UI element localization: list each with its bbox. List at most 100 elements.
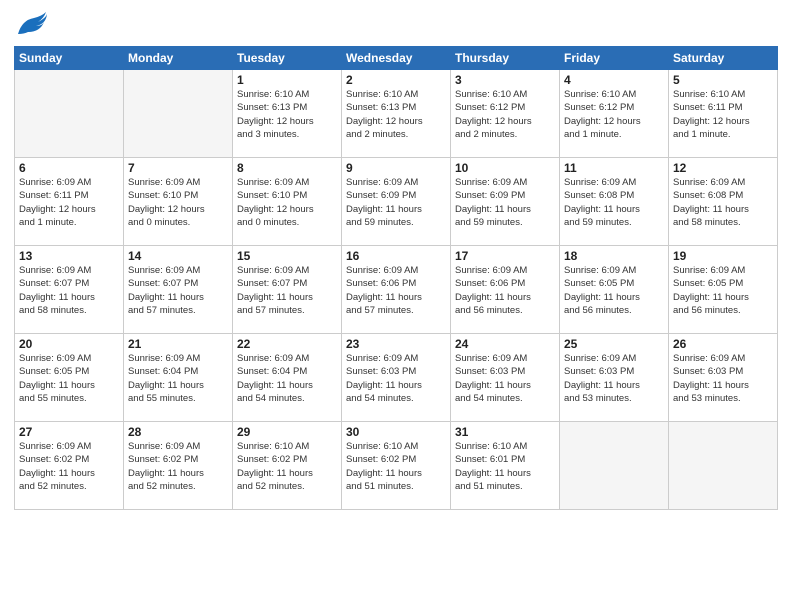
calendar-cell: 11Sunrise: 6:09 AM Sunset: 6:08 PM Dayli… bbox=[560, 158, 669, 246]
day-info: Sunrise: 6:09 AM Sunset: 6:02 PM Dayligh… bbox=[128, 440, 228, 493]
calendar-cell: 2Sunrise: 6:10 AM Sunset: 6:13 PM Daylig… bbox=[342, 70, 451, 158]
day-number: 21 bbox=[128, 337, 228, 351]
calendar-day-header: Sunday bbox=[15, 47, 124, 70]
day-info: Sunrise: 6:09 AM Sunset: 6:03 PM Dayligh… bbox=[455, 352, 555, 405]
day-number: 12 bbox=[673, 161, 773, 175]
day-number: 25 bbox=[564, 337, 664, 351]
day-info: Sunrise: 6:09 AM Sunset: 6:07 PM Dayligh… bbox=[19, 264, 119, 317]
day-number: 17 bbox=[455, 249, 555, 263]
calendar-table: SundayMondayTuesdayWednesdayThursdayFrid… bbox=[14, 46, 778, 510]
day-number: 20 bbox=[19, 337, 119, 351]
calendar-cell: 17Sunrise: 6:09 AM Sunset: 6:06 PM Dayli… bbox=[451, 246, 560, 334]
calendar-day-header: Monday bbox=[124, 47, 233, 70]
day-info: Sunrise: 6:09 AM Sunset: 6:07 PM Dayligh… bbox=[128, 264, 228, 317]
day-info: Sunrise: 6:09 AM Sunset: 6:04 PM Dayligh… bbox=[237, 352, 337, 405]
calendar-cell: 14Sunrise: 6:09 AM Sunset: 6:07 PM Dayli… bbox=[124, 246, 233, 334]
calendar-cell: 26Sunrise: 6:09 AM Sunset: 6:03 PM Dayli… bbox=[669, 334, 778, 422]
day-number: 31 bbox=[455, 425, 555, 439]
calendar-cell: 4Sunrise: 6:10 AM Sunset: 6:12 PM Daylig… bbox=[560, 70, 669, 158]
day-info: Sunrise: 6:09 AM Sunset: 6:10 PM Dayligh… bbox=[237, 176, 337, 229]
calendar-cell bbox=[15, 70, 124, 158]
day-info: Sunrise: 6:09 AM Sunset: 6:04 PM Dayligh… bbox=[128, 352, 228, 405]
day-number: 7 bbox=[128, 161, 228, 175]
day-number: 11 bbox=[564, 161, 664, 175]
header bbox=[14, 10, 778, 38]
calendar-cell: 21Sunrise: 6:09 AM Sunset: 6:04 PM Dayli… bbox=[124, 334, 233, 422]
calendar-cell: 27Sunrise: 6:09 AM Sunset: 6:02 PM Dayli… bbox=[15, 422, 124, 510]
day-info: Sunrise: 6:10 AM Sunset: 6:01 PM Dayligh… bbox=[455, 440, 555, 493]
day-info: Sunrise: 6:10 AM Sunset: 6:12 PM Dayligh… bbox=[455, 88, 555, 141]
calendar-cell: 8Sunrise: 6:09 AM Sunset: 6:10 PM Daylig… bbox=[233, 158, 342, 246]
day-info: Sunrise: 6:09 AM Sunset: 6:08 PM Dayligh… bbox=[673, 176, 773, 229]
calendar-cell: 12Sunrise: 6:09 AM Sunset: 6:08 PM Dayli… bbox=[669, 158, 778, 246]
calendar-cell: 10Sunrise: 6:09 AM Sunset: 6:09 PM Dayli… bbox=[451, 158, 560, 246]
day-number: 18 bbox=[564, 249, 664, 263]
day-info: Sunrise: 6:09 AM Sunset: 6:06 PM Dayligh… bbox=[455, 264, 555, 317]
day-info: Sunrise: 6:10 AM Sunset: 6:13 PM Dayligh… bbox=[346, 88, 446, 141]
day-info: Sunrise: 6:10 AM Sunset: 6:11 PM Dayligh… bbox=[673, 88, 773, 141]
calendar-cell: 16Sunrise: 6:09 AM Sunset: 6:06 PM Dayli… bbox=[342, 246, 451, 334]
day-number: 24 bbox=[455, 337, 555, 351]
day-info: Sunrise: 6:09 AM Sunset: 6:02 PM Dayligh… bbox=[19, 440, 119, 493]
day-number: 26 bbox=[673, 337, 773, 351]
calendar-day-header: Thursday bbox=[451, 47, 560, 70]
day-number: 27 bbox=[19, 425, 119, 439]
calendar-cell: 31Sunrise: 6:10 AM Sunset: 6:01 PM Dayli… bbox=[451, 422, 560, 510]
calendar-cell: 3Sunrise: 6:10 AM Sunset: 6:12 PM Daylig… bbox=[451, 70, 560, 158]
calendar-cell: 13Sunrise: 6:09 AM Sunset: 6:07 PM Dayli… bbox=[15, 246, 124, 334]
day-number: 8 bbox=[237, 161, 337, 175]
day-info: Sunrise: 6:09 AM Sunset: 6:03 PM Dayligh… bbox=[564, 352, 664, 405]
day-number: 5 bbox=[673, 73, 773, 87]
day-info: Sunrise: 6:10 AM Sunset: 6:02 PM Dayligh… bbox=[346, 440, 446, 493]
calendar-cell: 30Sunrise: 6:10 AM Sunset: 6:02 PM Dayli… bbox=[342, 422, 451, 510]
day-number: 3 bbox=[455, 73, 555, 87]
day-number: 23 bbox=[346, 337, 446, 351]
day-info: Sunrise: 6:09 AM Sunset: 6:03 PM Dayligh… bbox=[673, 352, 773, 405]
calendar-cell: 29Sunrise: 6:10 AM Sunset: 6:02 PM Dayli… bbox=[233, 422, 342, 510]
day-info: Sunrise: 6:09 AM Sunset: 6:03 PM Dayligh… bbox=[346, 352, 446, 405]
calendar-cell: 18Sunrise: 6:09 AM Sunset: 6:05 PM Dayli… bbox=[560, 246, 669, 334]
calendar-day-header: Friday bbox=[560, 47, 669, 70]
day-info: Sunrise: 6:09 AM Sunset: 6:11 PM Dayligh… bbox=[19, 176, 119, 229]
calendar-cell: 15Sunrise: 6:09 AM Sunset: 6:07 PM Dayli… bbox=[233, 246, 342, 334]
calendar-cell: 6Sunrise: 6:09 AM Sunset: 6:11 PM Daylig… bbox=[15, 158, 124, 246]
day-number: 30 bbox=[346, 425, 446, 439]
day-info: Sunrise: 6:09 AM Sunset: 6:09 PM Dayligh… bbox=[346, 176, 446, 229]
calendar-day-header: Wednesday bbox=[342, 47, 451, 70]
calendar-cell: 19Sunrise: 6:09 AM Sunset: 6:05 PM Dayli… bbox=[669, 246, 778, 334]
page: SundayMondayTuesdayWednesdayThursdayFrid… bbox=[0, 0, 792, 612]
calendar-cell bbox=[560, 422, 669, 510]
day-number: 13 bbox=[19, 249, 119, 263]
day-number: 15 bbox=[237, 249, 337, 263]
day-number: 6 bbox=[19, 161, 119, 175]
logo bbox=[14, 10, 51, 38]
calendar-cell: 24Sunrise: 6:09 AM Sunset: 6:03 PM Dayli… bbox=[451, 334, 560, 422]
day-number: 16 bbox=[346, 249, 446, 263]
day-number: 14 bbox=[128, 249, 228, 263]
calendar-cell: 28Sunrise: 6:09 AM Sunset: 6:02 PM Dayli… bbox=[124, 422, 233, 510]
day-number: 4 bbox=[564, 73, 664, 87]
day-info: Sunrise: 6:09 AM Sunset: 6:06 PM Dayligh… bbox=[346, 264, 446, 317]
day-number: 2 bbox=[346, 73, 446, 87]
calendar-cell: 7Sunrise: 6:09 AM Sunset: 6:10 PM Daylig… bbox=[124, 158, 233, 246]
day-number: 19 bbox=[673, 249, 773, 263]
calendar-cell: 5Sunrise: 6:10 AM Sunset: 6:11 PM Daylig… bbox=[669, 70, 778, 158]
day-number: 9 bbox=[346, 161, 446, 175]
day-info: Sunrise: 6:09 AM Sunset: 6:05 PM Dayligh… bbox=[19, 352, 119, 405]
bird-icon bbox=[14, 10, 48, 38]
calendar-cell: 9Sunrise: 6:09 AM Sunset: 6:09 PM Daylig… bbox=[342, 158, 451, 246]
day-number: 1 bbox=[237, 73, 337, 87]
day-number: 28 bbox=[128, 425, 228, 439]
day-info: Sunrise: 6:10 AM Sunset: 6:13 PM Dayligh… bbox=[237, 88, 337, 141]
day-info: Sunrise: 6:09 AM Sunset: 6:10 PM Dayligh… bbox=[128, 176, 228, 229]
day-number: 10 bbox=[455, 161, 555, 175]
calendar-cell bbox=[669, 422, 778, 510]
day-info: Sunrise: 6:09 AM Sunset: 6:07 PM Dayligh… bbox=[237, 264, 337, 317]
calendar-cell bbox=[124, 70, 233, 158]
day-info: Sunrise: 6:09 AM Sunset: 6:08 PM Dayligh… bbox=[564, 176, 664, 229]
calendar-cell: 23Sunrise: 6:09 AM Sunset: 6:03 PM Dayli… bbox=[342, 334, 451, 422]
day-info: Sunrise: 6:09 AM Sunset: 6:05 PM Dayligh… bbox=[564, 264, 664, 317]
day-info: Sunrise: 6:10 AM Sunset: 6:02 PM Dayligh… bbox=[237, 440, 337, 493]
calendar-day-header: Tuesday bbox=[233, 47, 342, 70]
calendar-day-header: Saturday bbox=[669, 47, 778, 70]
